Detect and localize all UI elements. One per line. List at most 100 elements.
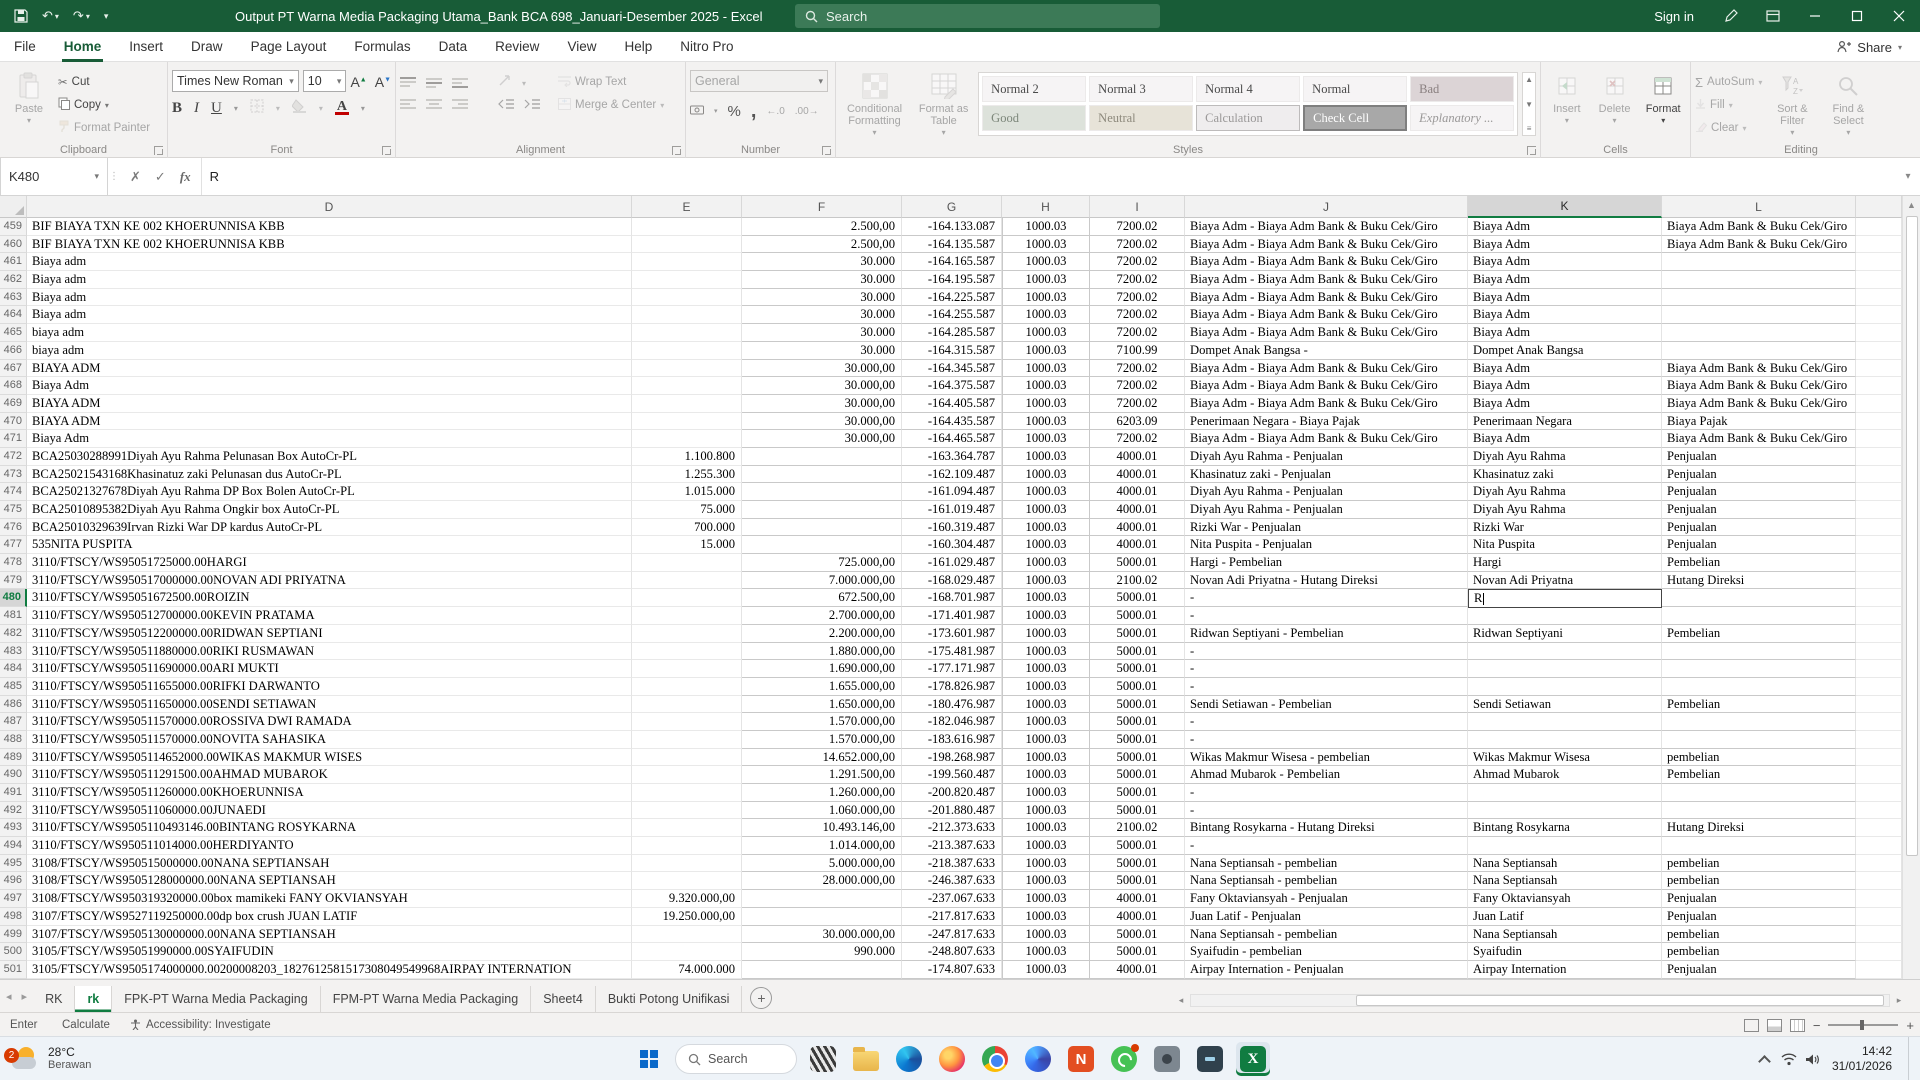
column-header-e[interactable]: E bbox=[632, 196, 742, 218]
cell[interactable]: 1000.03 bbox=[1002, 572, 1090, 590]
cell[interactable] bbox=[1856, 607, 1902, 625]
taskbar-app-chrome[interactable] bbox=[978, 1042, 1012, 1076]
cell[interactable]: Biaya Adm - Biaya Adm Bank & Buku Cek/Gi… bbox=[1185, 395, 1468, 413]
cell[interactable]: 3110/FTSCY/WS950511260000.00KHOERUNNISA bbox=[27, 784, 632, 802]
cell[interactable]: 2100.02 bbox=[1090, 819, 1185, 837]
cell[interactable]: 5000.01 bbox=[1090, 678, 1185, 696]
cell[interactable]: - bbox=[1185, 713, 1468, 731]
cell[interactable]: Bintang Rosykarna - Hutang Direksi bbox=[1185, 819, 1468, 837]
cell[interactable]: 5000.01 bbox=[1090, 749, 1185, 767]
alignment-dialog-launcher[interactable] bbox=[672, 146, 681, 155]
cell[interactable]: 5000.01 bbox=[1090, 660, 1185, 678]
taskbar-search[interactable]: Search bbox=[675, 1044, 797, 1074]
cell[interactable]: Airpay Internation bbox=[1468, 961, 1662, 979]
cell[interactable]: Biaya Adm - Biaya Adm Bank & Buku Cek/Gi… bbox=[1185, 360, 1468, 378]
cell[interactable]: 1000.03 bbox=[1002, 342, 1090, 360]
cell[interactable]: 1000.03 bbox=[1002, 766, 1090, 784]
cell[interactable]: 74.000.000 bbox=[632, 961, 742, 979]
cell[interactable]: 30.000 bbox=[742, 253, 902, 271]
cell[interactable]: -160.319.487 bbox=[902, 519, 1002, 537]
fill-color-icon[interactable] bbox=[292, 99, 307, 118]
cell[interactable]: 1000.03 bbox=[1002, 819, 1090, 837]
cell-style-check-cell[interactable]: Check Cell bbox=[1303, 105, 1407, 131]
cell[interactable] bbox=[1856, 855, 1902, 873]
cell[interactable]: 1000.03 bbox=[1002, 660, 1090, 678]
cell[interactable] bbox=[1856, 819, 1902, 837]
cell[interactable] bbox=[742, 536, 902, 554]
cell[interactable]: 3110/FTSCY/WS950511570000.00NOVITA SAHAS… bbox=[27, 731, 632, 749]
volume-icon[interactable] bbox=[1805, 1053, 1820, 1066]
cell[interactable]: 1.570.000,00 bbox=[742, 731, 902, 749]
cell[interactable]: 7200.02 bbox=[1090, 395, 1185, 413]
cell[interactable]: 3110/FTSCY/WS95051672500.00ROIZIN bbox=[27, 589, 632, 607]
cell[interactable]: Biaya Adm bbox=[1468, 253, 1662, 271]
cell[interactable]: Biaya Adm bbox=[1468, 395, 1662, 413]
cell[interactable]: -164.255.587 bbox=[902, 306, 1002, 324]
wrap-text-button[interactable]: Wrap Text bbox=[558, 72, 664, 92]
cell[interactable]: -164.133.087 bbox=[902, 218, 1002, 236]
cell[interactable]: Penjualan bbox=[1662, 501, 1856, 519]
cell[interactable]: 1.260.000,00 bbox=[742, 784, 902, 802]
cell[interactable] bbox=[1856, 660, 1902, 678]
cell[interactable]: Biaya Adm bbox=[1468, 218, 1662, 236]
cell[interactable] bbox=[1662, 713, 1856, 731]
row-header-465[interactable]: 465 bbox=[0, 324, 27, 342]
accessibility-indicator[interactable]: Accessibility: Investigate bbox=[120, 1013, 281, 1036]
taskbar-app-firefox[interactable] bbox=[935, 1042, 969, 1076]
cell[interactable]: Nana Septiansah - pembelian bbox=[1185, 872, 1468, 890]
cell[interactable]: Dompet Anak Bangsa bbox=[1468, 342, 1662, 360]
cell[interactable] bbox=[632, 324, 742, 342]
cell[interactable] bbox=[742, 519, 902, 537]
cell[interactable] bbox=[1468, 607, 1662, 625]
cell[interactable]: Ahmad Mubarok - Pembelian bbox=[1185, 766, 1468, 784]
bold-button[interactable]: B bbox=[172, 100, 182, 117]
paste-button[interactable]: Paste▾ bbox=[4, 66, 54, 140]
cell[interactable] bbox=[632, 660, 742, 678]
column-header-d[interactable]: D bbox=[27, 196, 632, 218]
cell[interactable] bbox=[1856, 643, 1902, 661]
cell[interactable]: BIF BIAYA TXN KE 002 KHOERUNNISA KBB bbox=[27, 218, 632, 236]
cell[interactable]: pembelian bbox=[1662, 872, 1856, 890]
maximize-button[interactable] bbox=[1836, 0, 1878, 32]
cell[interactable]: -160.304.487 bbox=[902, 536, 1002, 554]
cell[interactable]: Biaya Adm bbox=[27, 377, 632, 395]
number-format-combo[interactable]: General▾ bbox=[690, 70, 828, 92]
tab-data[interactable]: Data bbox=[425, 32, 482, 62]
calculate-indicator[interactable]: Calculate bbox=[52, 1013, 120, 1036]
cell[interactable]: 5000.01 bbox=[1090, 943, 1185, 961]
cell-style-explanatory-[interactable]: Explanatory ... bbox=[1410, 105, 1514, 131]
percent-style-icon[interactable]: % bbox=[728, 103, 741, 120]
cell[interactable]: -199.560.487 bbox=[902, 766, 1002, 784]
cell[interactable]: 990.000 bbox=[742, 943, 902, 961]
cell[interactable] bbox=[1856, 872, 1902, 890]
row-header-467[interactable]: 467 bbox=[0, 360, 27, 378]
cell[interactable] bbox=[632, 749, 742, 767]
cell[interactable]: 1000.03 bbox=[1002, 519, 1090, 537]
formula-input[interactable]: R bbox=[202, 158, 1896, 195]
sheet-tab-rk[interactable]: rk bbox=[75, 986, 112, 1012]
cell[interactable]: 1000.03 bbox=[1002, 872, 1090, 890]
cell[interactable]: 2.500,00 bbox=[742, 236, 902, 254]
cell[interactable]: -248.807.633 bbox=[902, 943, 1002, 961]
cell[interactable]: pembelian bbox=[1662, 943, 1856, 961]
cell[interactable]: 5.000.000,00 bbox=[742, 855, 902, 873]
row-header-490[interactable]: 490 bbox=[0, 766, 27, 784]
row-header-474[interactable]: 474 bbox=[0, 483, 27, 501]
taskbar-app-file-explorer[interactable] bbox=[849, 1042, 883, 1076]
taskbar-app-edge[interactable] bbox=[892, 1042, 926, 1076]
cell[interactable]: 5000.01 bbox=[1090, 855, 1185, 873]
cell[interactable]: 1000.03 bbox=[1002, 943, 1090, 961]
row-header-484[interactable]: 484 bbox=[0, 660, 27, 678]
cell[interactable]: 1000.03 bbox=[1002, 802, 1090, 820]
increase-indent-icon[interactable] bbox=[524, 98, 540, 110]
cell[interactable]: Nana Septiansah bbox=[1468, 926, 1662, 944]
cell[interactable] bbox=[1662, 660, 1856, 678]
row-header-497[interactable]: 497 bbox=[0, 890, 27, 908]
cell[interactable]: Biaya Adm Bank & Buku Cek/Giro bbox=[1662, 236, 1856, 254]
tab-view[interactable]: View bbox=[553, 32, 610, 62]
cell[interactable]: 1.060.000,00 bbox=[742, 802, 902, 820]
row-header-463[interactable]: 463 bbox=[0, 289, 27, 307]
cell[interactable]: 5000.01 bbox=[1090, 554, 1185, 572]
fill-button[interactable]: Fill▾ bbox=[1695, 95, 1762, 115]
cell[interactable]: Penerimaan Negara bbox=[1468, 413, 1662, 431]
